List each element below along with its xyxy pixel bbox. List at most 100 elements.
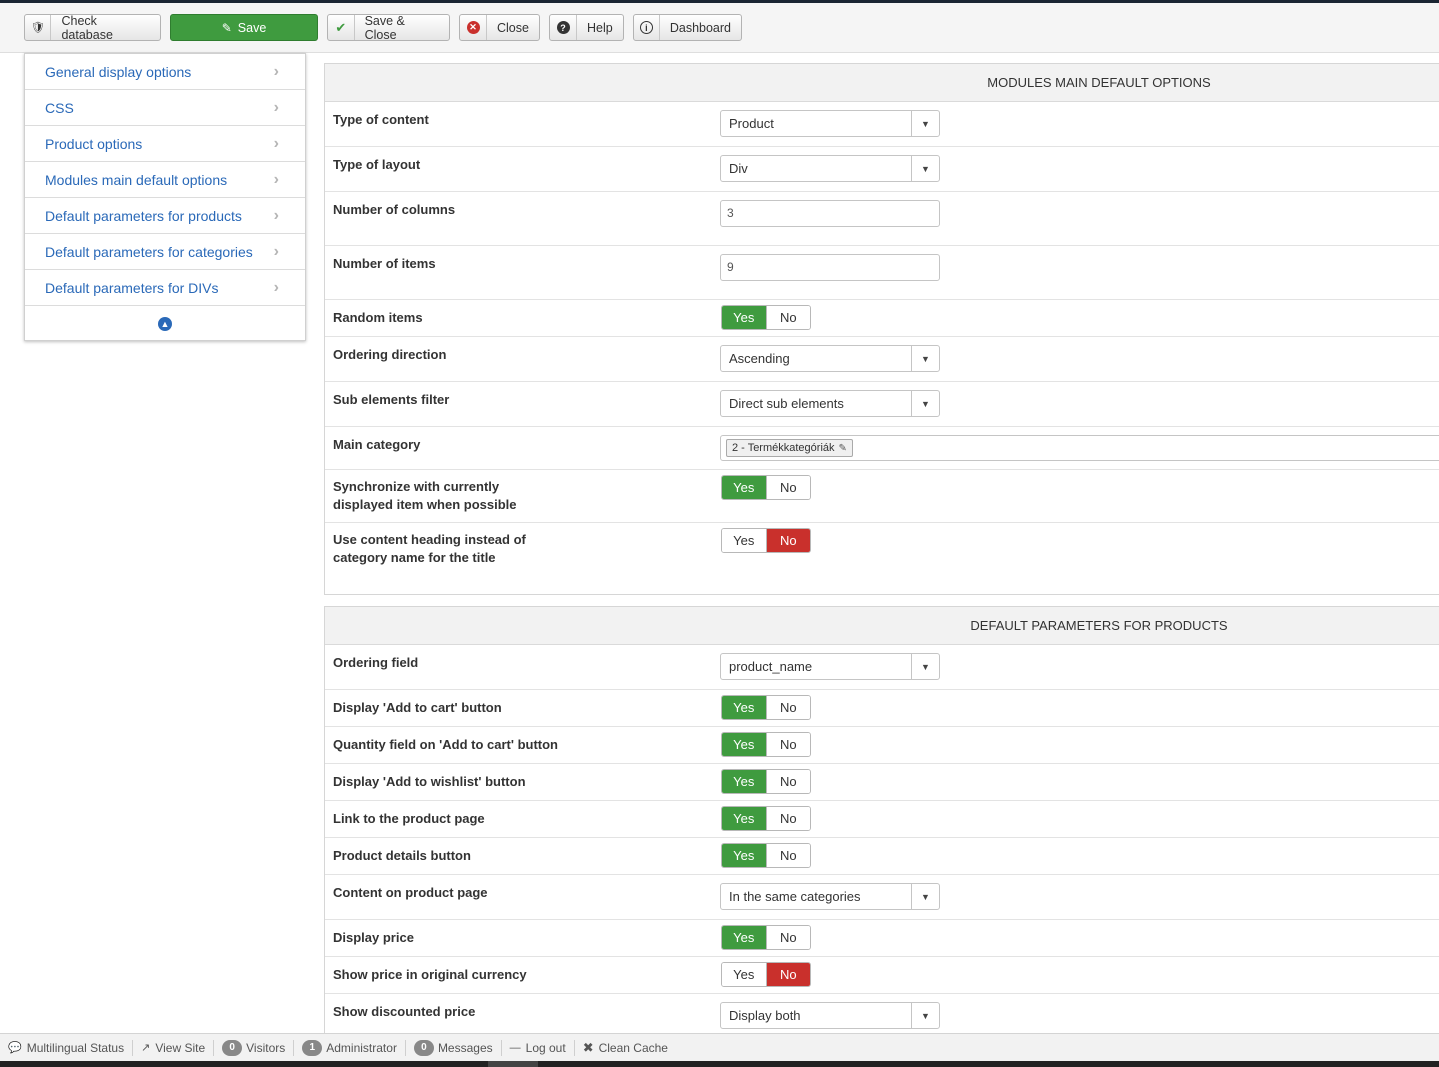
row-wishlist: Display 'Add to wishlist' button Yes No <box>325 764 1439 801</box>
row-ordering-field: Ordering field product_name ▼ <box>325 645 1439 690</box>
number-of-items-input[interactable]: 9 <box>720 254 940 281</box>
type-of-content-select[interactable]: Product ▼ <box>720 110 940 137</box>
toggle-yes[interactable]: Yes <box>722 926 767 949</box>
ordering-direction-select[interactable]: Ascending ▼ <box>720 345 940 372</box>
check-database-button[interactable]: 🛡 Check database <box>24 14 161 42</box>
modules-main-panel: MODULES MAIN DEFAULT OPTIONS Type of con… <box>324 63 1439 595</box>
toggle-yes[interactable]: Yes <box>722 807 767 830</box>
caret-down-icon: ▼ <box>911 346 939 371</box>
bottom-bar <box>0 1061 1439 1067</box>
messages-link[interactable]: 0 Messages <box>406 1039 502 1056</box>
details-button-toggle[interactable]: Yes No <box>721 843 811 868</box>
toggle-no[interactable]: No <box>766 926 810 949</box>
row-type-of-layout: Type of layout Div ▼ <box>325 147 1439 192</box>
chevron-right-icon: › <box>273 99 279 116</box>
dashboard-button[interactable]: i Dashboard <box>633 14 742 41</box>
toggle-no[interactable]: No <box>766 963 810 986</box>
content-on-page-select[interactable]: In the same categories ▼ <box>720 883 940 910</box>
toggle-yes[interactable]: Yes <box>722 844 767 867</box>
sidebar-item-modules-main[interactable]: Modules main default options › <box>25 162 305 198</box>
save-button[interactable]: ✎ Save <box>170 14 318 41</box>
toolbar: 🛡 Check database ✎ Save ✔ Save & Close ✕… <box>0 3 1439 53</box>
toggle-yes[interactable]: Yes <box>722 770 767 793</box>
chevron-right-icon: › <box>273 243 279 260</box>
quantity-field-toggle[interactable]: Yes No <box>721 732 811 757</box>
shield-icon: 🛡 <box>25 15 52 40</box>
sidebar-item-default-divs[interactable]: Default parameters for DIVs › <box>25 270 305 306</box>
sub-elements-filter-select[interactable]: Direct sub elements ▼ <box>720 390 940 417</box>
row-sub-elements-filter: Sub elements filter Direct sub elements … <box>325 382 1439 427</box>
type-of-layout-select[interactable]: Div ▼ <box>720 155 940 182</box>
toggle-yes[interactable]: Yes <box>722 963 767 986</box>
original-currency-toggle[interactable]: Yes No <box>721 962 811 987</box>
caret-down-icon: ▼ <box>911 111 939 136</box>
row-quantity-field: Quantity field on 'Add to cart' button Y… <box>325 727 1439 764</box>
link-product-toggle[interactable]: Yes No <box>721 806 811 831</box>
toggle-no[interactable]: No <box>766 696 810 719</box>
sidebar-item-css[interactable]: CSS › <box>25 90 305 126</box>
add-to-cart-toggle[interactable]: Yes No <box>721 695 811 720</box>
wishlist-toggle[interactable]: Yes No <box>721 769 811 794</box>
visitors-link[interactable]: 0 Visitors <box>214 1039 295 1056</box>
save-close-button[interactable]: ✔ Save & Close <box>327 14 450 42</box>
administrator-link[interactable]: 1 Administrator <box>294 1039 406 1056</box>
synchronize-toggle[interactable]: Yes No <box>721 475 811 500</box>
number-of-columns-input[interactable]: 3 <box>720 200 940 227</box>
toggle-no[interactable]: No <box>766 529 810 552</box>
broom-icon: ✖ <box>582 1039 594 1055</box>
row-original-currency: Show price in original currency Yes No <box>325 957 1439 994</box>
row-link-product: Link to the product page Yes No <box>325 801 1439 838</box>
logout-link[interactable]: — Log out <box>502 1039 575 1056</box>
visitors-badge: 0 <box>222 1039 243 1056</box>
random-items-toggle[interactable]: Yes No <box>721 305 811 330</box>
caret-down-icon: ▼ <box>911 654 939 679</box>
sidebar-item-product-options[interactable]: Product options › <box>25 126 305 162</box>
sidebar-item-general-display[interactable]: General display options › <box>25 54 305 90</box>
caret-down-icon: ▼ <box>911 1003 939 1028</box>
close-button[interactable]: ✕ Close <box>459 14 540 41</box>
panel-title: MODULES MAIN DEFAULT OPTIONS <box>325 64 1439 102</box>
row-main-category: Main category 2 - Termékkategóriák ✎ <box>325 427 1439 470</box>
use-heading-toggle[interactable]: Yes No <box>721 528 811 553</box>
main-category-field[interactable]: 2 - Termékkategóriák ✎ <box>720 435 1439 461</box>
view-site-link[interactable]: ↗ View Site <box>133 1039 215 1056</box>
toggle-no[interactable]: No <box>766 733 810 756</box>
toggle-no[interactable]: No <box>766 476 810 499</box>
edit-icon: ✎ <box>221 20 232 35</box>
check-icon: ✔ <box>328 15 355 40</box>
external-link-icon: ↗ <box>141 1042 151 1054</box>
chevron-up-icon[interactable]: ▲ <box>158 316 172 331</box>
sidebar-item-default-categories[interactable]: Default parameters for categories › <box>25 234 305 270</box>
caret-down-icon: ▼ <box>911 391 939 416</box>
toggle-no[interactable]: No <box>766 844 810 867</box>
pencil-icon[interactable]: ✎ <box>839 443 847 454</box>
chevron-right-icon: › <box>273 171 279 188</box>
toggle-no[interactable]: No <box>766 306 810 329</box>
question-icon: ? <box>550 15 577 40</box>
toggle-yes[interactable]: Yes <box>722 696 767 719</box>
status-bar: 💬 Multilingual Status ↗ View Site 0 Visi… <box>0 1033 1439 1061</box>
row-synchronize: Synchronize with currently displayed ite… <box>325 470 1439 523</box>
toggle-yes[interactable]: Yes <box>722 306 767 329</box>
bottom-bar-segment <box>488 1061 538 1067</box>
help-button[interactable]: ? Help <box>549 14 624 41</box>
category-chip[interactable]: 2 - Termékkategóriák ✎ <box>726 439 853 457</box>
row-add-to-cart: Display 'Add to cart' button Yes No <box>325 690 1439 727</box>
sidebar-menu: General display options › CSS › Product op… <box>24 53 306 341</box>
clean-cache-link[interactable]: ✖ Clean Cache <box>575 1040 676 1056</box>
comment-icon: 💬 <box>8 1042 22 1054</box>
toggle-yes[interactable]: Yes <box>722 733 767 756</box>
multilingual-status-link[interactable]: 💬 Multilingual Status <box>0 1039 134 1056</box>
toggle-yes[interactable]: Yes <box>722 529 767 552</box>
discounted-price-select[interactable]: Display both ▼ <box>720 1002 940 1029</box>
ordering-field-select[interactable]: product_name ▼ <box>720 653 940 680</box>
display-price-toggle[interactable]: Yes No <box>721 925 811 950</box>
sidebar-footer: ▲ <box>25 306 305 341</box>
close-icon: ✕ <box>460 15 487 40</box>
panel-title: DEFAULT PARAMETERS FOR PRODUCTS <box>325 607 1439 645</box>
toggle-no[interactable]: No <box>766 807 810 830</box>
toggle-yes[interactable]: Yes <box>722 476 767 499</box>
toggle-no[interactable]: No <box>766 770 810 793</box>
row-number-of-columns: Number of columns 3 <box>325 192 1439 246</box>
sidebar-item-default-products[interactable]: Default parameters for products › <box>25 198 305 234</box>
